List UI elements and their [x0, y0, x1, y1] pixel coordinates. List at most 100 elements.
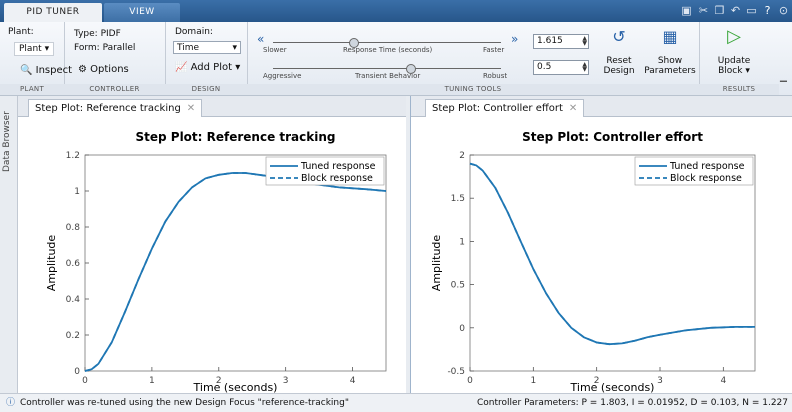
- controller-type: Type: PIDF: [74, 29, 121, 39]
- tab-reference-tracking[interactable]: Step Plot: Reference tracking ✕: [28, 99, 203, 117]
- options-icon[interactable]: ⊙: [777, 4, 790, 17]
- x-tick-label: 1: [530, 376, 536, 386]
- design-section: Domain: Time ▾ 📈 Add Plot ▾ DESIGN: [165, 22, 248, 95]
- status-message: Controller was re-tuned using the new De…: [20, 398, 349, 408]
- chevron-down-icon: ▾: [44, 44, 50, 54]
- y-tick-label: -0.5: [447, 367, 465, 377]
- close-icon[interactable]: ✕: [569, 103, 577, 114]
- faster-arrow-icon[interactable]: »: [511, 32, 518, 46]
- x-tick-label: 4: [720, 376, 726, 386]
- help-icon[interactable]: ?: [761, 4, 774, 17]
- magnifier-icon: 🔍: [20, 65, 33, 76]
- copy-icon[interactable]: ❐: [713, 4, 726, 17]
- x-axis-label: Time (seconds): [570, 381, 655, 393]
- chart-title: Step Plot: Controller effort: [522, 130, 703, 144]
- y-tick-label: 0.5: [451, 281, 465, 291]
- faster-label: Faster: [483, 46, 505, 54]
- data-browser-label: Data Browser: [2, 111, 12, 172]
- domain-label: Domain:: [175, 27, 213, 37]
- close-icon[interactable]: ✕: [187, 103, 195, 114]
- transient-behavior-slider[interactable]: [273, 68, 501, 69]
- transient-behavior-label: Transient Behavior: [355, 72, 421, 80]
- right-plot-panel: Step Plot: Controller effort ✕ Step Plot:…: [410, 96, 792, 393]
- x-tick-label: 1: [149, 376, 155, 386]
- aggressive-label: Aggressive: [263, 72, 302, 80]
- response-time-value: 1.615: [537, 36, 563, 46]
- y-tick-label: 0: [74, 367, 80, 377]
- left-panel-tabs: Step Plot: Reference tracking ✕: [18, 96, 406, 117]
- slower-arrow-icon[interactable]: «: [257, 32, 264, 46]
- tab-pid-tuner[interactable]: PID TUNER: [4, 3, 102, 22]
- undo-icon[interactable]: ↶: [729, 4, 742, 17]
- add-plot-label: Add Plot: [190, 62, 233, 73]
- response-time-slider[interactable]: [273, 42, 501, 43]
- plant-label: Plant:: [8, 27, 34, 37]
- x-tick-label: 3: [657, 376, 663, 386]
- controller-form: Form: Parallel: [74, 43, 136, 53]
- y-tick-label: 1.2: [66, 151, 80, 161]
- y-tick-label: 1: [74, 187, 80, 197]
- cut-icon[interactable]: ✂: [697, 4, 710, 17]
- x-tick-label: 0: [82, 376, 88, 386]
- reset-label-line1: Reset: [606, 56, 632, 66]
- update-label-text: Block: [718, 66, 743, 76]
- plant-section: Plant: Plant ▾ 🔍 Inspect PLANT: [0, 22, 72, 95]
- y-tick-label: 0.8: [66, 223, 81, 233]
- y-axis-label: Amplitude: [45, 235, 58, 292]
- tuning-tools-section: « Slower Response Time (seconds) Faster …: [247, 22, 700, 95]
- save-icon[interactable]: ▣: [680, 4, 693, 17]
- transient-behavior-field[interactable]: 0.5 ▲ ▼: [533, 60, 589, 75]
- y-tick-label: 2: [459, 151, 465, 161]
- add-plot-button[interactable]: 📈 Add Plot ▾: [175, 62, 240, 73]
- controller-section: Type: PIDF Form: Parallel ⚙ Options CONT…: [64, 22, 166, 95]
- data-browser-strip[interactable]: Data Browser: [0, 96, 18, 393]
- domain-dropdown[interactable]: Time ▾: [173, 41, 241, 54]
- tab-reference-tracking-label: Step Plot: Reference tracking: [35, 103, 181, 114]
- layout-icon[interactable]: ▭: [745, 4, 758, 17]
- legend-label: Tuned response: [300, 161, 376, 172]
- update-block-button[interactable]: ▷ Update Block ▾: [711, 28, 757, 77]
- controller-section-label: CONTROLLER: [64, 84, 165, 95]
- results-section: ▷ Update Block ▾ RESULTS: [699, 22, 779, 95]
- legend-label: Tuned response: [669, 161, 745, 172]
- options-label: Options: [90, 64, 129, 75]
- slower-label: Slower: [263, 46, 287, 54]
- spinner-arrows-icon[interactable]: ▲ ▼: [582, 62, 587, 73]
- chevron-down-icon: ▾: [235, 62, 241, 73]
- plant-section-label: PLANT: [0, 84, 64, 95]
- tab-view[interactable]: VIEW: [104, 3, 180, 22]
- chevron-down-icon: ▾: [745, 66, 750, 76]
- spinner-arrows-icon[interactable]: ▲ ▼: [582, 36, 587, 47]
- left-plot-panel: Step Plot: Reference tracking ✕ Step Plot…: [18, 96, 406, 393]
- controller-effort-chart: Step Plot: Controller effort0 1 2 3 4-0.500.…: [430, 130, 756, 393]
- update-label-line2: Block ▾: [711, 66, 757, 76]
- chevron-down-icon: ▾: [232, 43, 237, 53]
- y-axis-label: Amplitude: [430, 235, 443, 292]
- y-tick-label: 1.5: [451, 194, 465, 204]
- collapse-toolstrip-icon[interactable]: ▔: [780, 82, 787, 92]
- tab-controller-effort[interactable]: Step Plot: Controller effort ✕: [425, 99, 585, 117]
- right-panel-tabs: Step Plot: Controller effort ✕: [411, 96, 792, 117]
- legend-label: Block response: [670, 173, 742, 184]
- show-label-line2: Parameters: [644, 66, 696, 76]
- y-tick-label: 0.6: [66, 259, 81, 269]
- info-icon: ⓘ: [6, 398, 16, 408]
- show-label-line1: Show: [657, 56, 683, 66]
- domain-dropdown-value: Time: [177, 43, 200, 53]
- plant-dropdown[interactable]: Plant ▾: [14, 42, 55, 56]
- reset-label-line2: Design: [603, 66, 635, 76]
- x-tick-label: 4: [350, 376, 356, 386]
- transient-behavior-value: 0.5: [537, 62, 552, 72]
- y-tick-label: 1: [459, 237, 465, 247]
- reset-design-button[interactable]: ↺ Reset Design: [599, 28, 639, 77]
- y-tick-label: 0.4: [66, 295, 81, 305]
- toolstrip: Plant: Plant ▾ 🔍 Inspect PLANT Type: PID…: [0, 22, 792, 96]
- plot-area: [469, 154, 756, 372]
- response-time-field[interactable]: 1.615 ▲ ▼: [533, 34, 589, 49]
- status-bar: ⓘ Controller was re-tuned using the new …: [0, 393, 792, 412]
- show-parameters-button[interactable]: ▦ Show Parameters: [643, 28, 697, 77]
- controller-parameters: Controller Parameters: P = 1.803, I = 0.…: [476, 398, 788, 408]
- gear-icon: ⚙: [78, 64, 87, 75]
- y-tick-label: 0.2: [66, 331, 80, 341]
- options-button[interactable]: ⚙ Options: [78, 64, 129, 75]
